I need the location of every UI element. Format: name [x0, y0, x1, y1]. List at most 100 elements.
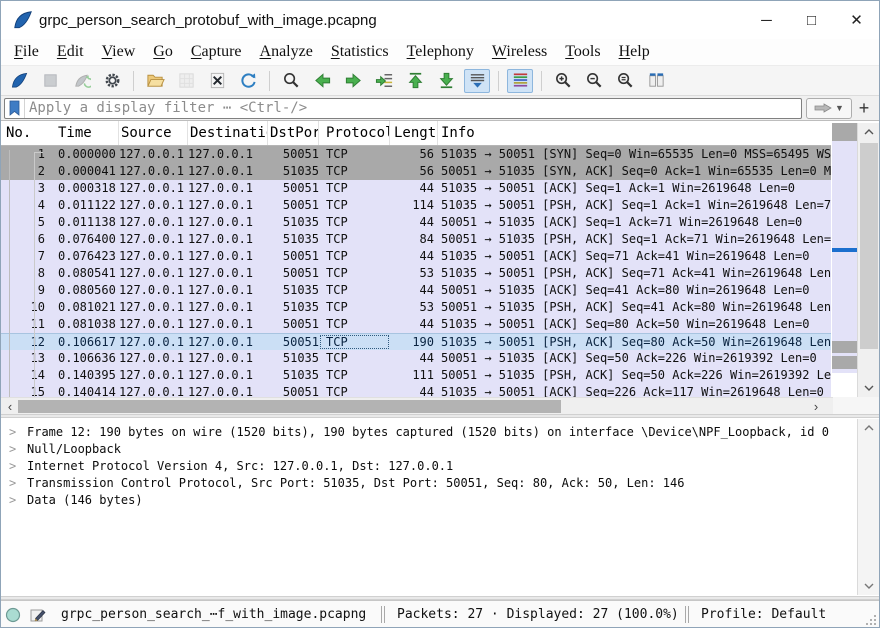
packet-row[interactable]: 7 0.076423 127.0.0.1 127.0.0.1 50051 TCP… — [1, 248, 831, 265]
detail-tree-item[interactable]: > Transmission Control Protocol, Src Por… — [1, 474, 879, 491]
detail-tree-item[interactable]: > Data (146 bytes) — [1, 491, 879, 508]
colorize-button[interactable] — [507, 69, 533, 93]
expand-chevron-icon[interactable]: > — [9, 425, 27, 439]
horizontal-scroll-thumb[interactable] — [18, 400, 561, 413]
column-header-length[interactable]: Length — [390, 121, 438, 145]
cell-time: 0.076400 — [51, 231, 119, 248]
bookmark-icon[interactable] — [5, 99, 25, 118]
expand-chevron-icon[interactable]: > — [9, 493, 27, 507]
menu-help[interactable]: Help — [610, 43, 659, 61]
packet-row[interactable]: 2 0.000041 127.0.0.1 127.0.0.1 51035 TCP… — [1, 163, 831, 180]
packet-list-header: No.TimeSourceDestinationDstPortProtocolL… — [1, 121, 831, 146]
scroll-left-icon[interactable]: ‹ — [1, 398, 19, 414]
arrow-left-icon — [313, 71, 332, 90]
packet-row[interactable]: 15 0.140414 127.0.0.1 127.0.0.1 50051 TC… — [1, 384, 831, 397]
open-file-button[interactable] — [142, 69, 168, 93]
packet-row[interactable]: 12 0.106617 127.0.0.1 127.0.0.1 50051 TC… — [1, 333, 831, 350]
close-file-button[interactable] — [204, 69, 230, 93]
packet-row[interactable]: 4 0.011122 127.0.0.1 127.0.0.1 50051 TCP… — [1, 197, 831, 214]
reload-file-button[interactable] — [235, 69, 261, 93]
resize-grip[interactable] — [863, 612, 877, 626]
vertical-scroll-thumb[interactable] — [860, 143, 878, 349]
folder-open-icon — [146, 71, 165, 90]
packet-row[interactable]: 11 0.081038 127.0.0.1 127.0.0.1 50051 TC… — [1, 316, 831, 333]
cell-dstport: 51035 — [268, 231, 319, 248]
detail-scroll-up-icon[interactable] — [858, 419, 879, 437]
vertical-scrollbar[interactable] — [857, 123, 879, 397]
maximize-button[interactable]: □ — [789, 1, 834, 39]
expert-info-icon[interactable] — [1, 607, 25, 623]
menu-analyze[interactable]: Analyze — [251, 43, 322, 61]
zoom-out-button[interactable] — [581, 69, 607, 93]
menu-tools[interactable]: Tools — [556, 43, 609, 61]
zoom-in-button[interactable] — [550, 69, 576, 93]
detail-tree-item[interactable]: > Internet Protocol Version 4, Src: 127.… — [1, 457, 879, 474]
save-file-button[interactable] — [173, 69, 199, 93]
capture-comment-icon[interactable] — [25, 606, 49, 623]
go-back-button[interactable] — [309, 69, 335, 93]
column-header-info[interactable]: Info — [438, 121, 831, 145]
scroll-down-icon[interactable] — [858, 379, 879, 397]
resize-columns-button[interactable] — [643, 69, 669, 93]
scroll-right-icon[interactable]: › — [807, 398, 825, 414]
packet-row[interactable]: 3 0.000318 127.0.0.1 127.0.0.1 50051 TCP… — [1, 180, 831, 197]
go-forward-button[interactable] — [340, 69, 366, 93]
packet-minimap[interactable] — [832, 123, 857, 397]
apply-filter-button[interactable]: ▼ — [806, 98, 852, 119]
detail-tree-item[interactable]: > Frame 12: 190 bytes on wire (1520 bits… — [1, 423, 879, 440]
packet-row[interactable]: 14 0.140395 127.0.0.1 127.0.0.1 51035 TC… — [1, 367, 831, 384]
column-header-time[interactable]: Time — [51, 121, 119, 145]
go-first-button[interactable] — [402, 69, 428, 93]
stop-capture-button[interactable] — [37, 69, 63, 93]
detail-vertical-scrollbar[interactable] — [857, 419, 879, 595]
capture-options-button[interactable] — [99, 69, 125, 93]
cell-dstport: 51035 — [268, 214, 319, 231]
expand-chevron-icon[interactable]: > — [9, 442, 27, 456]
packet-row[interactable]: 8 0.080541 127.0.0.1 127.0.0.1 50051 TCP… — [1, 265, 831, 282]
add-filter-button[interactable]: + — [852, 98, 876, 119]
minimize-button[interactable]: ─ — [744, 1, 789, 39]
menu-file[interactable]: File — [5, 43, 48, 61]
detail-tree-item[interactable]: > Null/Loopback — [1, 440, 879, 457]
menu-edit[interactable]: Edit — [48, 43, 93, 61]
display-filter-input[interactable]: Apply a display filter ⋯ <Ctrl-/> — [4, 98, 802, 119]
cell-protocol: TCP — [319, 197, 390, 214]
horizontal-scrollbar[interactable]: ‹ › — [1, 397, 833, 414]
minimap-segment — [832, 341, 857, 353]
column-header-no[interactable]: No. — [1, 121, 51, 145]
menu-statistics[interactable]: Statistics — [322, 43, 398, 61]
menu-go[interactable]: Go — [144, 43, 182, 61]
toolbar-separator — [541, 71, 542, 91]
column-header-destination[interactable]: Destination — [188, 121, 268, 145]
detail-scroll-down-icon[interactable] — [858, 577, 879, 595]
expand-chevron-icon[interactable]: > — [9, 476, 27, 490]
menu-wireless[interactable]: Wireless — [483, 43, 556, 61]
packet-row[interactable]: 1 0.000000 127.0.0.1 127.0.0.1 50051 TCP… — [1, 146, 831, 163]
auto-scroll-button[interactable] — [464, 69, 490, 93]
restart-capture-button[interactable] — [68, 69, 94, 93]
minimap-segment — [832, 141, 857, 248]
column-header-dstport[interactable]: DstPort — [268, 121, 319, 145]
profile-label[interactable]: Profile: Default — [689, 607, 863, 622]
packet-row[interactable]: 9 0.080560 127.0.0.1 127.0.0.1 51035 TCP… — [1, 282, 831, 299]
menu-telephony[interactable]: Telephony — [398, 43, 483, 61]
packet-row[interactable]: 10 0.081021 127.0.0.1 127.0.0.1 51035 TC… — [1, 299, 831, 316]
zoom-reset-button[interactable] — [612, 69, 638, 93]
menu-view[interactable]: View — [93, 43, 145, 61]
column-header-protocol[interactable]: Protocol — [319, 121, 390, 145]
column-header-source[interactable]: Source — [119, 121, 188, 145]
close-button[interactable]: ✕ — [834, 1, 879, 39]
expand-chevron-icon[interactable]: > — [9, 459, 27, 473]
packet-row[interactable]: 6 0.076400 127.0.0.1 127.0.0.1 51035 TCP… — [1, 231, 831, 248]
packet-row[interactable]: 13 0.106636 127.0.0.1 127.0.0.1 51035 TC… — [1, 350, 831, 367]
stop-icon — [41, 71, 60, 90]
scroll-up-icon[interactable] — [858, 123, 879, 141]
cell-source: 127.0.0.1 — [119, 265, 188, 282]
cell-protocol: TCP — [319, 214, 390, 231]
find-packet-button[interactable] — [278, 69, 304, 93]
packet-row[interactable]: 5 0.011138 127.0.0.1 127.0.0.1 51035 TCP… — [1, 214, 831, 231]
go-to-packet-button[interactable] — [371, 69, 397, 93]
go-last-button[interactable] — [433, 69, 459, 93]
menu-capture[interactable]: Capture — [182, 43, 251, 61]
start-capture-button[interactable] — [6, 69, 32, 93]
